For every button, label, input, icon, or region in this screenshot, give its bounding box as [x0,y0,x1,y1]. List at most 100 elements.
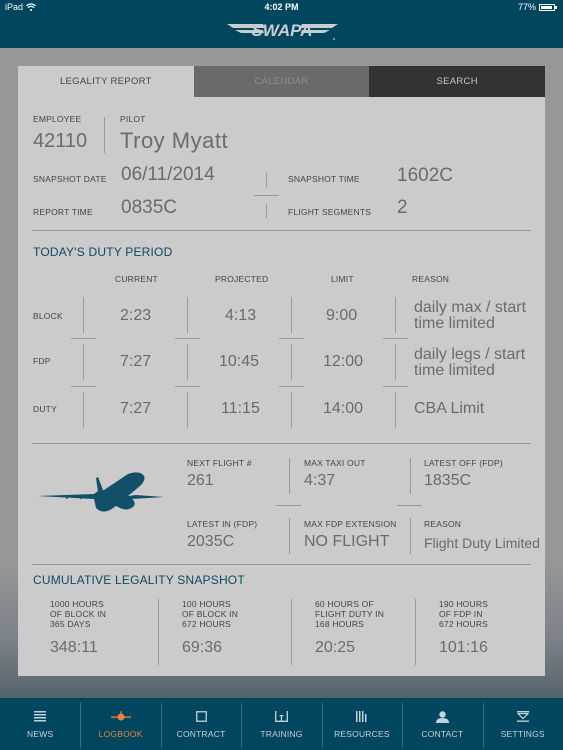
flight-segments-value: 2 [397,197,408,218]
divider [279,338,304,339]
nav-settings[interactable]: SETTINGS [482,698,563,750]
divider [266,173,267,187]
nav-logbook[interactable]: LOGBOOK [80,698,160,750]
max-taxi-out-label: MAX TAXI OUT [304,458,366,468]
max-taxi-out-value: 4:37 [304,472,336,489]
section-divider [32,443,531,444]
divider [289,518,290,554]
fdp-reason-line1: daily legs / start [414,346,526,363]
duty-limit: 14:00 [323,400,364,417]
cumulative-label-line: OF BLOCK IN [182,609,239,619]
duty-projected: 11:15 [221,400,260,417]
fdp-current: 7:27 [120,353,152,370]
snapshot-time-label: SNAPSHOT TIME [288,174,360,184]
reason-label: REASON [424,519,462,529]
duty-reason: CBA Limit [414,400,485,417]
divider [395,392,396,428]
divider [71,386,96,387]
airplane-icon [37,472,164,512]
nav-news[interactable]: NEWS [0,698,80,750]
block-limit: 9:00 [326,307,358,324]
flight-segments-label: FLIGHT SEGMENTS [288,207,372,217]
divider [175,386,200,387]
report-time-value: 0835C [121,197,177,218]
snapshot-date-label: SNAPSHOT DATE [33,174,107,184]
row-label-block: BLOCK [33,311,63,321]
divider [289,458,290,494]
news-icon [34,710,47,724]
report-time-label: REPORT TIME [33,207,93,217]
nav-contact[interactable]: CONTACT [402,698,482,750]
employee-number: 42110 [33,130,88,152]
cumulative-title: CUMULATIVE LEGALITY SNAPSHOT [33,573,245,587]
tab-search[interactable]: SEARCH [369,66,546,97]
divider [254,195,279,196]
next-flight-value: 261 [187,472,214,489]
max-fdp-extension-value: NO FLIGHT [304,533,390,550]
snapshot-date-value: 06/11/2014 [121,164,215,185]
divider [383,338,408,339]
divider [410,458,411,494]
status-right: 77% [518,2,557,12]
latest-in-value: 2035C [187,533,235,550]
cumulative-label-line: 672 HOURS [182,619,232,629]
pilot-name: Troy Myatt [120,128,229,153]
divider [415,599,416,665]
divider [83,392,84,428]
fdp-projected: 10:45 [219,353,260,370]
block-reason-line2: time limited [414,315,495,332]
cumulative-label-line: 1000 HOURS [50,599,104,609]
fdp-reason: daily legs / start time limited [414,347,525,379]
cumulative-item-label: 1000 HOURS OF BLOCK IN 365 DAYS [50,599,106,629]
latest-off-label: LATEST OFF (FDP) [424,458,503,468]
block-projected: 4:13 [225,307,257,324]
divider [395,344,396,380]
max-fdp-extension-label: MAX FDP EXTENSION [304,519,397,529]
next-flight-label: NEXT FLIGHT # [187,458,252,468]
clock: 4:02 PM [264,2,299,12]
cumulative-item-label: 190 HOURS OF FDP IN 672 HOURS [439,599,488,629]
divider [276,505,301,506]
cumulative-label-line: 190 HOURS [439,599,489,609]
block-reason: daily max / start time limited [414,300,526,332]
divider [291,599,292,665]
divider [175,338,200,339]
snapshot-time-value: 1602C [397,165,453,186]
training-icon [275,710,288,724]
divider [395,297,396,333]
cumulative-value-duty-168: 20:25 [315,639,356,656]
nav-label: LOGBOOK [98,728,143,739]
app-header: SWAPA [0,16,563,48]
section-divider [32,230,531,231]
cumulative-label-line: 672 HOURS [439,619,489,629]
latest-in-label: LATEST IN (FDP) [187,519,258,529]
divider [291,344,292,380]
column-header-limit: LIMIT [331,274,354,284]
column-header-reason: REASON [412,274,450,284]
divider [187,297,188,333]
cumulative-label-line: OF BLOCK IN [50,609,107,619]
tab-legality-report[interactable]: LEGALITY REPORT [18,66,194,97]
column-header-current: CURRENT [115,274,158,284]
row-label-duty: DUTY [33,404,57,414]
fdp-reason-line2: time limited [414,362,495,379]
divider [83,297,84,333]
block-current: 2:23 [120,307,152,324]
latest-off-value: 1835C [424,472,472,489]
divider [291,392,292,428]
reason-value: Flight Duty Limited [424,535,540,551]
duty-period-title: TODAY'S DUTY PERIOD [33,245,173,259]
nav-resources[interactable]: RESOURCES [321,698,402,750]
tab-calendar[interactable]: CALENDAR [193,66,370,97]
cumulative-label-line: 365 DAYS [50,619,91,629]
cumulative-label-line: FLIGHT DUTY IN [315,609,385,619]
divider [279,386,304,387]
pilot-label: PILOT [120,114,146,124]
cumulative-value-block-672: 69:36 [182,639,223,656]
nav-label: RESOURCES [334,728,390,739]
cumulative-value-block-365: 348:11 [50,639,98,656]
divider [187,392,188,428]
divider [187,344,188,380]
nav-training[interactable]: TRAINING [241,698,321,750]
nav-contract[interactable]: CONTRACT [160,698,241,750]
